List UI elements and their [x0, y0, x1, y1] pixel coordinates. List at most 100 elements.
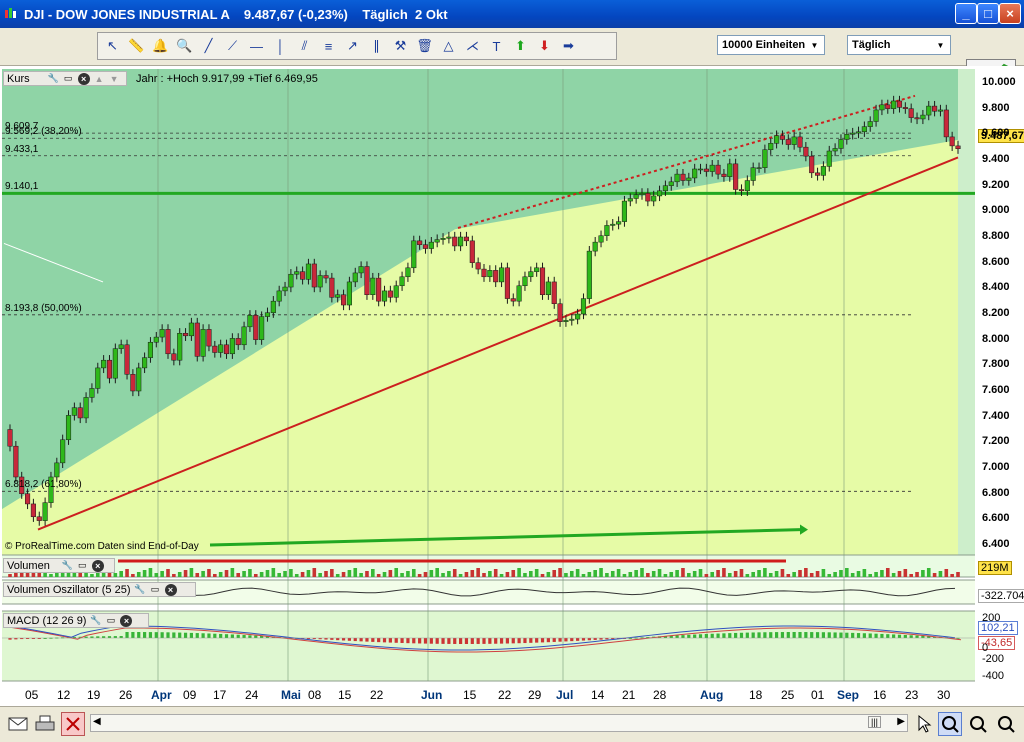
- macd-histogram-bar: [581, 638, 586, 641]
- zoom-tool[interactable]: 🔍: [174, 36, 195, 57]
- candle: [370, 277, 376, 295]
- up-arrow-tool[interactable]: ⬆: [510, 36, 531, 57]
- zoom-icon: 🔍: [176, 38, 193, 53]
- text-tool[interactable]: T: [486, 36, 507, 57]
- maximize-icon: □: [984, 6, 992, 21]
- volume-bar: [569, 571, 574, 577]
- macd-histogram-bar: [675, 635, 679, 638]
- close-panel-icon[interactable]: ×: [164, 583, 177, 596]
- volume-panel-label: Volumen: [7, 559, 50, 572]
- maximize-button[interactable]: □: [977, 3, 999, 24]
- triangle-tool[interactable]: △: [438, 36, 459, 57]
- tools-tool[interactable]: ⚒: [390, 36, 411, 57]
- volume-bar: [944, 569, 949, 577]
- candle: [803, 146, 809, 157]
- volume-bar: [821, 569, 826, 577]
- macd-histogram-bar: [716, 633, 720, 638]
- macd-histogram-bar: [821, 632, 826, 638]
- scroll-right-icon[interactable]: ▶: [897, 716, 905, 727]
- close-panel-icon[interactable]: ×: [120, 614, 133, 627]
- minimize-button[interactable]: _: [955, 3, 977, 24]
- volume-bar: [704, 574, 709, 577]
- delete-drawings-button[interactable]: [61, 712, 85, 736]
- fibonacci-icon: ≡: [324, 38, 333, 54]
- ruler-tool[interactable]: 📏: [126, 36, 147, 57]
- window-title: DJI - DOW JONES INDUSTRIAL A 9.487,67 (-…: [24, 6, 448, 22]
- volume-bar: [745, 574, 750, 577]
- candle: [440, 238, 446, 240]
- candle: [733, 163, 739, 190]
- candle: [662, 185, 668, 192]
- candle: [381, 290, 388, 302]
- candle: [317, 275, 323, 288]
- units-select-value: 10000 Einheiten: [722, 39, 806, 51]
- move-down-icon[interactable]: ▼: [109, 73, 120, 84]
- scroll-thumb[interactable]: |||: [868, 716, 882, 728]
- candle: [13, 445, 19, 478]
- volume-bar: [371, 569, 375, 577]
- candle: [674, 173, 680, 183]
- fan-tool[interactable]: ⋌: [462, 36, 483, 57]
- x-axis-month-label: Jun: [421, 688, 443, 702]
- macd-histogram-bar: [593, 638, 597, 640]
- wrench-icon[interactable]: 🔧: [48, 73, 59, 84]
- macd-histogram-bar: [488, 638, 492, 644]
- horizontal-scrollbar[interactable]: ◀ ||| ▶: [90, 714, 908, 732]
- price-axis-tick: 6.800: [982, 486, 1010, 499]
- window-icon[interactable]: ▭: [150, 584, 161, 595]
- macd-histogram-bar: [897, 634, 902, 638]
- window-icon[interactable]: ▭: [63, 73, 74, 84]
- close-panel-icon[interactable]: ×: [91, 559, 104, 572]
- volume-bar: [587, 572, 592, 577]
- mail-button[interactable]: [6, 712, 30, 736]
- candle: [750, 167, 756, 181]
- volume-bar: [423, 572, 428, 577]
- zoom-in-button[interactable]: [966, 712, 990, 736]
- trash-tool[interactable]: 🗑: [414, 36, 435, 57]
- zoom-out-button[interactable]: [994, 712, 1018, 736]
- move-up-icon[interactable]: ▲: [94, 73, 105, 84]
- horizontal-line-tool[interactable]: —: [246, 36, 267, 57]
- cursor-tool[interactable]: ↖: [102, 36, 123, 57]
- window-icon[interactable]: ▭: [77, 560, 88, 571]
- window-icon[interactable]: ▭: [105, 615, 116, 626]
- zoom-fit-button[interactable]: [938, 712, 962, 736]
- print-button[interactable]: [33, 712, 57, 736]
- macd-histogram-bar: [418, 638, 422, 644]
- macd-histogram-bar: [447, 638, 451, 644]
- scroll-left-icon[interactable]: ◀: [93, 716, 101, 727]
- candle: [194, 322, 200, 357]
- volume-bar: [862, 569, 867, 577]
- units-select[interactable]: 10000 Einheiten ▼: [717, 35, 825, 55]
- candle: [276, 290, 282, 302]
- trendline-tool[interactable]: ⟋: [222, 36, 243, 57]
- candle: [499, 267, 505, 283]
- right-arrow-tool[interactable]: ➡: [558, 36, 579, 57]
- price-chart[interactable]: [0, 66, 1024, 706]
- macd-histogram-bar: [464, 638, 469, 644]
- wrench-icon[interactable]: 🔧: [90, 615, 101, 626]
- wrench-icon[interactable]: 🔧: [134, 584, 145, 595]
- macd-histogram-bar: [470, 638, 474, 644]
- volume-bar: [488, 571, 492, 577]
- fibonacci-tool[interactable]: ≡: [318, 36, 339, 57]
- volume-bar: [324, 571, 328, 577]
- down-arrow-tool[interactable]: ⬇: [534, 36, 555, 57]
- candle: [218, 344, 224, 353]
- arrow-line-tool[interactable]: ↗: [342, 36, 363, 57]
- parallel-tool[interactable]: ∥: [366, 36, 387, 57]
- vertical-line-tool[interactable]: │: [270, 36, 291, 57]
- crosshair-button[interactable]: [912, 712, 936, 736]
- wrench-icon[interactable]: 🔧: [62, 560, 73, 571]
- volume-bar: [833, 572, 837, 577]
- period-select[interactable]: Täglich ▼: [847, 35, 951, 55]
- volume-bar: [335, 574, 340, 577]
- line-tool[interactable]: ╱: [198, 36, 219, 57]
- close-button[interactable]: ×: [999, 3, 1021, 24]
- volume-bar: [903, 569, 908, 577]
- macd-histogram-bar: [429, 638, 433, 644]
- close-panel-icon[interactable]: ×: [77, 72, 90, 85]
- alarm-tool[interactable]: 🔔: [150, 36, 171, 57]
- macd-histogram-bar: [254, 635, 258, 638]
- channel-tool[interactable]: ⫽: [294, 36, 315, 57]
